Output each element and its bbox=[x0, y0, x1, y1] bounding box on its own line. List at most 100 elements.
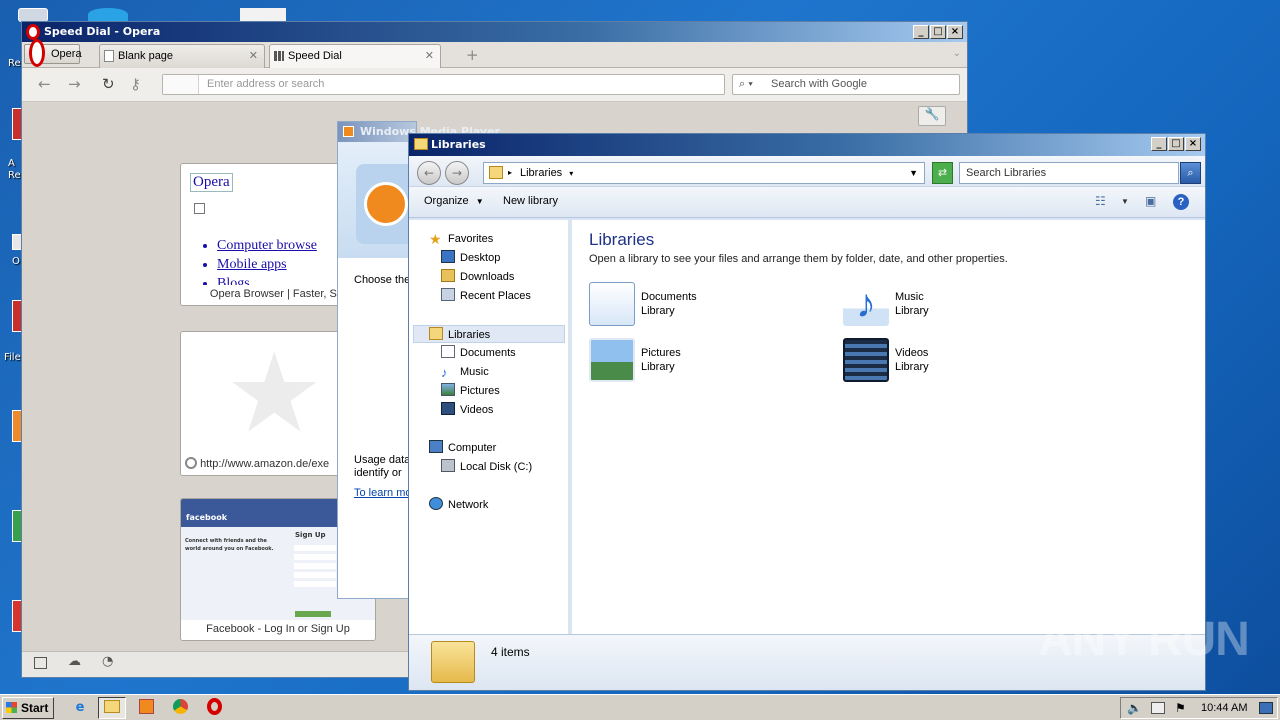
flag-icon[interactable]: ⚑ bbox=[1175, 698, 1186, 718]
nav-music[interactable]: ♪ Music bbox=[441, 363, 489, 381]
forward-button[interactable]: → bbox=[445, 161, 469, 185]
desktop-icon-2[interactable]: O bbox=[0, 234, 22, 270]
desktop-icon-6[interactable] bbox=[0, 600, 22, 636]
watermark: ANY RUN bbox=[1038, 613, 1250, 666]
wrench-icon[interactable]: 🔧 bbox=[918, 106, 946, 126]
nav-recent-places[interactable]: Recent Places bbox=[441, 287, 531, 305]
help-icon[interactable]: ? bbox=[1173, 194, 1189, 210]
explorer-titlebar[interactable]: Libraries _ □ × bbox=[409, 134, 1205, 156]
back-button[interactable]: ← bbox=[417, 161, 441, 185]
search-icon[interactable]: ⌕ bbox=[1180, 162, 1201, 184]
nav-libraries[interactable]: Libraries bbox=[413, 325, 565, 343]
reload-icon[interactable]: ↻ bbox=[102, 75, 115, 93]
maximize-button[interactable]: □ bbox=[1168, 137, 1184, 151]
minimize-button[interactable]: _ bbox=[913, 25, 929, 39]
nav-desktop[interactable]: Desktop bbox=[441, 249, 500, 267]
library-type: Library bbox=[895, 305, 929, 317]
key-icon[interactable]: ⚷ bbox=[130, 75, 141, 93]
desktop-icon-4[interactable] bbox=[0, 410, 22, 446]
wmp-titlebar[interactable]: Windows Media Player bbox=[338, 122, 500, 142]
show-desktop-icon[interactable] bbox=[1259, 702, 1273, 714]
breadcrumb[interactable]: ▸ Libraries ▾ ▼ bbox=[483, 162, 925, 184]
speed-dial-icon bbox=[274, 51, 284, 61]
nav-label: Pictures bbox=[460, 385, 500, 397]
explorer-toolbar: Organize ▼ New library ☷ ▼ ▣ ? bbox=[409, 186, 1205, 218]
close-tab-icon[interactable]: ✕ bbox=[249, 45, 258, 67]
desktop-icon-recycle[interactable]: Re bbox=[0, 8, 48, 69]
item-count: 4 items bbox=[491, 645, 530, 659]
desktop-icon-top1[interactable] bbox=[88, 8, 128, 21]
tab-blank-page[interactable]: Blank page ✕ bbox=[99, 44, 265, 68]
nav-local-disk[interactable]: Local Disk (C:) bbox=[441, 458, 532, 476]
chrome-icon[interactable] bbox=[166, 697, 194, 719]
desktop-icon-1[interactable]: A Re bbox=[0, 108, 22, 181]
refresh-button[interactable]: ⇄ bbox=[932, 162, 953, 184]
maximize-button[interactable]: □ bbox=[930, 25, 946, 39]
back-icon[interactable]: ← bbox=[38, 75, 51, 93]
volume-icon[interactable]: 🔈 bbox=[1127, 698, 1142, 718]
desktop-icon-3[interactable]: File bbox=[0, 300, 22, 363]
preview-pane-icon[interactable]: ▣ bbox=[1145, 194, 1156, 208]
desktop-icon-5[interactable] bbox=[0, 510, 22, 546]
opera-menu-button[interactable]: Opera bbox=[24, 39, 82, 67]
library-pictures[interactable]: Pictures Library bbox=[589, 338, 809, 384]
library-name: Videos bbox=[895, 347, 929, 359]
organize-button[interactable]: Organize ▼ bbox=[424, 195, 484, 207]
breadcrumb-chevron-icon[interactable]: ▸ bbox=[508, 163, 512, 183]
nav-label: Computer bbox=[448, 442, 497, 454]
nav-favorites[interactable]: ★ Favorites bbox=[429, 230, 493, 248]
address-dropdown-icon[interactable]: ▼ bbox=[909, 163, 918, 183]
nav-videos[interactable]: Videos bbox=[441, 401, 493, 419]
wmp-learn-link[interactable]: To learn mo bbox=[354, 487, 411, 499]
minimize-button[interactable]: _ bbox=[1151, 137, 1167, 151]
loading-spinner-icon bbox=[185, 457, 197, 469]
desktop-icon-top2[interactable] bbox=[240, 8, 286, 21]
star-icon: ★ bbox=[429, 231, 442, 247]
nav-computer[interactable]: Computer bbox=[429, 439, 496, 457]
library-documents[interactable]: Documents Library bbox=[589, 282, 809, 328]
nav-label: Videos bbox=[460, 404, 494, 416]
library-videos[interactable]: Videos Library bbox=[843, 338, 1063, 384]
start-button[interactable]: Start bbox=[2, 697, 54, 719]
network-tray-icon[interactable] bbox=[1151, 702, 1165, 714]
page-title: Libraries bbox=[589, 230, 655, 249]
tab-label: Speed Dial bbox=[288, 50, 342, 62]
close-tab-icon[interactable]: ✕ bbox=[425, 45, 434, 67]
library-music[interactable]: ♪ Music Library bbox=[843, 282, 1063, 328]
address-field[interactable]: Enter address or search bbox=[162, 74, 725, 95]
explorer-taskbar-icon[interactable] bbox=[98, 697, 126, 719]
nav-network[interactable]: Network bbox=[429, 496, 488, 514]
panel-toggle-icon[interactable] bbox=[34, 657, 47, 669]
new-library-button[interactable]: New library bbox=[503, 195, 558, 207]
videos-icon bbox=[441, 402, 455, 415]
nav-downloads[interactable]: Downloads bbox=[441, 268, 514, 286]
opera-titlebar[interactable]: Speed Dial - Opera _ □ × bbox=[22, 22, 967, 42]
tab-speed-dial[interactable]: Speed Dial ✕ bbox=[269, 44, 441, 68]
fb-form bbox=[294, 545, 336, 587]
close-button[interactable]: × bbox=[1185, 137, 1201, 151]
videos-library-icon bbox=[843, 338, 889, 382]
tab-menu-chevron-icon[interactable]: ⌄ bbox=[953, 48, 961, 59]
desktop-icon-label: O bbox=[12, 256, 20, 267]
speedometer-icon[interactable]: ◔ bbox=[102, 654, 113, 669]
cloud-icon[interactable]: ☁ bbox=[68, 654, 81, 669]
nav-pictures[interactable]: Pictures bbox=[441, 382, 500, 400]
breadcrumb-item[interactable]: Libraries bbox=[520, 167, 562, 179]
wmp-taskbar-icon[interactable] bbox=[132, 697, 160, 719]
chevron-down-icon[interactable]: ▼ bbox=[1121, 197, 1129, 206]
library-type: Library bbox=[895, 361, 929, 373]
breadcrumb-chevron-icon[interactable]: ▾ bbox=[569, 169, 573, 178]
search-field[interactable]: ⌕ ▾ Search with Google bbox=[732, 74, 960, 95]
music-library-icon: ♪ bbox=[843, 282, 889, 326]
forward-icon[interactable]: → bbox=[68, 75, 81, 93]
libraries-folder-icon bbox=[431, 641, 475, 683]
ie-icon[interactable]: e bbox=[66, 697, 94, 719]
new-tab-icon[interactable]: + bbox=[466, 48, 479, 63]
view-options-icon[interactable]: ☷ bbox=[1095, 194, 1106, 208]
close-button[interactable]: × bbox=[947, 25, 963, 39]
nav-documents[interactable]: Documents bbox=[441, 344, 516, 362]
search-input[interactable]: Search Libraries bbox=[959, 162, 1179, 184]
tab-label: Blank page bbox=[118, 50, 174, 62]
opera-taskbar-icon[interactable] bbox=[200, 697, 228, 719]
clock[interactable]: 10:44 AM bbox=[1201, 698, 1247, 718]
